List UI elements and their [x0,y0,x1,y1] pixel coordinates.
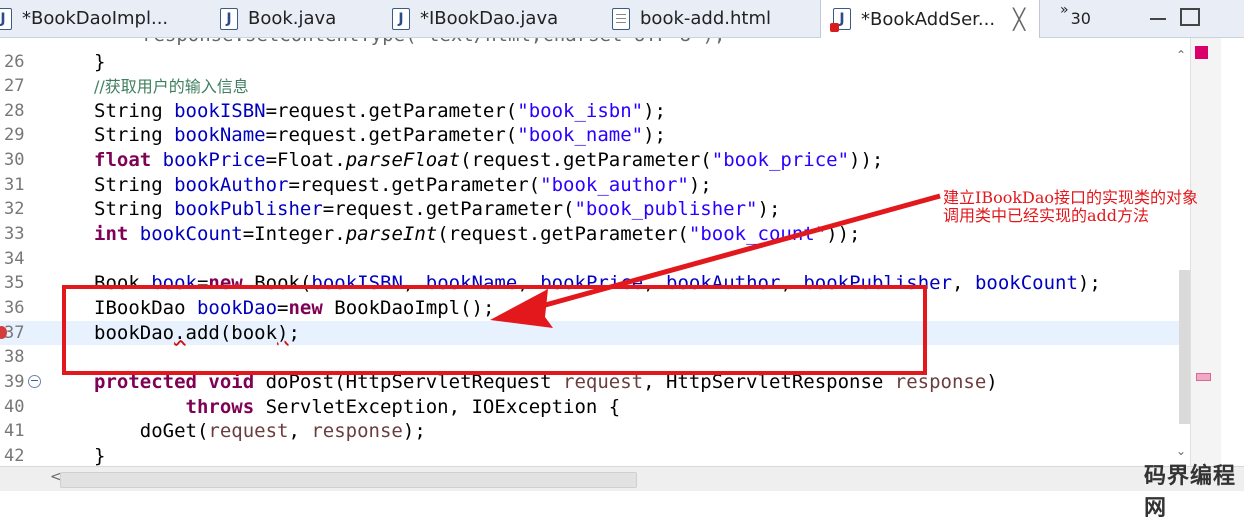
java-file-icon: J [392,7,410,30]
java-file-icon: J [220,7,238,30]
editor-tab-bar: J *BookDaoImpl... J Book.java J *IBookDa… [0,0,1244,38]
line-number: 26 [4,51,25,72]
watermark: 码界编程网 [1144,464,1237,521]
tab-bookaddservlet[interactable]: J *BookAddSer... ╳ [820,0,1040,38]
hidden-tab-count: 30 [1070,9,1091,28]
code-line[interactable]: 28 String bookISBN=request.getParameter("… [0,99,1190,124]
line-number: 31 [4,174,25,195]
chevron-double-right-icon: » [1060,1,1069,18]
line-number: 32 [4,199,25,220]
vertical-scroll-thumb[interactable] [1179,270,1190,424]
code-text: String bookPublisher=request.getParamete… [94,198,781,221]
code-text: float bookPrice=Float.parseFloat(request… [94,149,884,172]
line-number: 28 [4,100,25,121]
code-line[interactable]: 41 doGet(request, response); [0,419,1190,444]
code-text: String bookISBN=request.getParameter("bo… [94,99,666,122]
line-number: 42 [4,445,25,466]
scroll-down-icon[interactable]: ⌄ [1176,444,1186,458]
line-number: 33 [4,224,25,245]
code-text: throws ServletException, IOException { [185,395,621,418]
error-badge-icon [830,23,839,32]
code-text: int bookCount=Integer.parseInt(request.g… [94,223,861,246]
annotation-line-1: 建立IBookDao接口的实现类的对象 [943,188,1199,207]
error-summary-icon[interactable] [1195,46,1208,59]
line-number: 35 [4,273,25,294]
code-text: } [94,50,106,73]
code-text: String bookName=request.getParameter("bo… [94,124,666,147]
code-text: //获取用户的输入信息 [94,77,249,97]
tab-label: Book.java [248,8,337,29]
tab-bookdaoimpl[interactable]: J *BookDaoImpl... [0,0,168,37]
java-file-icon: J [0,7,12,30]
tab-label: *BookDaoImpl... [22,8,169,29]
code-line[interactable]: 33 int bookCount=Integer.parseInt(request… [0,222,1190,247]
code-line[interactable]: 27 //获取用户的输入信息 [0,74,1190,99]
tab-book-java[interactable]: J Book.java [220,0,336,37]
line-number: 30 [4,150,25,171]
tab-book-add-html[interactable]: book-add.html [612,0,771,37]
code-line[interactable]: 30 float bookPrice=Float.parseFloat(reque… [0,148,1190,173]
close-tab-icon[interactable]: ╳ [1013,7,1025,31]
code-text: String bookAuthor=request.getParameter("… [94,173,712,196]
annotation-line-2: 调用类中已经实现的add方法 [943,206,1150,225]
horizontal-scroll-thumb[interactable] [60,472,637,488]
overview-ruler[interactable] [1190,38,1221,466]
line-number: 38 [4,347,25,368]
code-text: } [94,444,106,466]
code-text: doGet(request, response); [94,420,426,443]
line-number: 37 [4,322,25,343]
highlight-box [62,285,927,375]
line-number: 40 [4,396,25,417]
minimize-icon[interactable] [1150,8,1166,20]
tab-label: book-add.html [640,8,771,29]
maximize-icon[interactable] [1180,8,1200,26]
fold-collapse-icon[interactable]: − [28,374,41,388]
html-file-icon [612,7,630,30]
line-number: 41 [4,421,25,442]
tab-ibookdao-java[interactable]: J *IBookDao.java [392,0,558,37]
ruler-error-marker[interactable] [1196,373,1211,381]
code-line[interactable]: 26} [0,50,1190,75]
annotation-text: 建立IBookDao接口的实现类的对象 调用类中已经实现的add方法 [943,189,1198,225]
scroll-up-icon[interactable]: ⌃ [1176,48,1186,62]
tab-label: *BookAddSer... [861,8,996,30]
code-line[interactable]: 42} [0,444,1190,466]
code-editor[interactable]: response.setContentType("text/html;chars… [0,38,1190,466]
line-number: 29 [4,125,25,146]
tab-overflow-button[interactable]: » 30 [1060,0,1091,37]
line-number: 36 [4,298,25,318]
tab-label: *IBookDao.java [420,8,559,29]
java-file-error-icon: J [830,8,851,32]
line-number: 34 [4,248,25,269]
line-number: 27 [4,76,25,97]
clipped-code-line: response.setContentType("text/html;chars… [142,38,725,46]
code-line[interactable]: 34 [0,247,1190,272]
code-line[interactable]: 40 throws ServletException, IOException … [0,395,1190,420]
code-line[interactable]: 29 String bookName=request.getParameter("… [0,123,1190,148]
